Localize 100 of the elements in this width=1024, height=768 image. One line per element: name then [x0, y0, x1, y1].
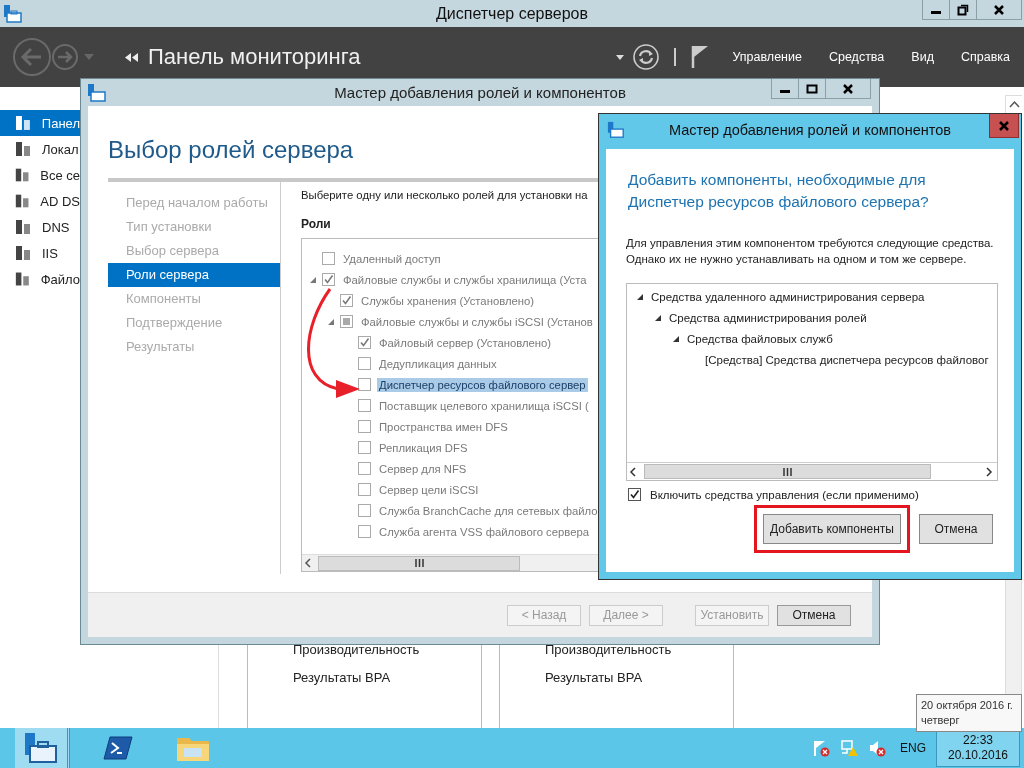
restore-icon: [957, 3, 969, 16]
scroll-thumb[interactable]: [644, 464, 931, 479]
terminal-icon: [102, 735, 133, 761]
tree-item[interactable]: Средства файловых служб: [687, 332, 833, 345]
checkbox[interactable]: [358, 483, 371, 496]
page-heading: Выбор ролей сервера: [108, 136, 355, 165]
role-label[interactable]: Файловые службы и службы iSCSI (Установ: [359, 314, 595, 329]
refresh-button[interactable]: [633, 44, 660, 70]
flag-icon[interactable]: [691, 45, 710, 69]
minimize-icon: [931, 11, 941, 14]
server-icon: [14, 244, 32, 262]
server-icon: [14, 140, 32, 158]
role-label[interactable]: Сервер цели iSCSI: [377, 482, 481, 497]
dialog-question: Добавить компоненты, необходимые для Диспетчер ресурсов файлового сервера?: [627, 170, 930, 212]
checkbox[interactable]: [358, 504, 371, 517]
checkbox[interactable]: [358, 336, 371, 349]
tile-link[interactable]: Производительность: [545, 642, 672, 658]
server-icon: [14, 270, 31, 288]
window-title: Мастер добавления ролей и компонентов: [333, 84, 627, 101]
checkbox[interactable]: [322, 252, 335, 265]
menu-item[interactable]: Управление: [728, 50, 806, 64]
close-icon: [993, 3, 1005, 16]
role-label[interactable]: Репликация DFS: [377, 440, 470, 455]
sidebar-item[interactable]: Файло: [0, 266, 80, 292]
minimize-button[interactable]: [771, 79, 799, 99]
checkbox[interactable]: [358, 378, 371, 391]
clock-time: 22:33: [963, 733, 993, 748]
clock-date: 20.10.2016: [947, 748, 1009, 763]
tooltip-text: четверг: [921, 713, 960, 728]
checkbox[interactable]: [358, 441, 371, 454]
menu-item[interactable]: Справка: [956, 50, 1014, 64]
sidebar-item[interactable]: Все се: [0, 162, 80, 188]
role-label[interactable]: Файловый сервер (Установлено): [377, 335, 554, 350]
tile-link[interactable]: Результаты BPA: [545, 670, 643, 686]
scroll-thumb[interactable]: [318, 555, 520, 571]
role-label[interactable]: Диспетчер ресурсов файлового сервер: [377, 377, 588, 392]
server-icon: [14, 166, 31, 184]
sidebar-item[interactable]: Локал: [0, 136, 80, 162]
role-label[interactable]: Пространства имен DFS: [377, 419, 510, 434]
wizard-button[interactable]: Отмена: [777, 604, 851, 626]
role-label[interactable]: Файловые службы и службы хранилища (Уста: [341, 272, 589, 287]
server-icon: [14, 114, 32, 132]
sidebar-item[interactable]: IIS: [0, 240, 80, 266]
taskbar-app[interactable]: [15, 728, 70, 768]
minimize-button[interactable]: [922, 0, 950, 20]
role-label[interactable]: Поставщик целевого хранилища iSCSI (: [377, 398, 591, 413]
checkbox[interactable]: [358, 420, 371, 433]
role-label[interactable]: Службы хранения (Установлено): [359, 293, 537, 308]
minimize-icon: [780, 90, 790, 93]
checkbox[interactable]: [358, 357, 371, 370]
language-indicator[interactable]: ENG: [900, 741, 926, 755]
checkbox[interactable]: [322, 273, 335, 286]
checkbox-label[interactable]: Включить средства управления (если применимо): [650, 488, 919, 501]
breadcrumb-title: Панель мониторинга: [148, 44, 361, 70]
server-icon: [14, 192, 31, 210]
role-label[interactable]: Дедупликация данных: [377, 356, 499, 371]
dialog-button[interactable]: Добавить компоненты: [763, 514, 901, 544]
close-button[interactable]: [825, 79, 871, 99]
sidebar-item[interactable]: AD DS: [0, 188, 80, 214]
dialog-button[interactable]: Отмена: [919, 514, 993, 544]
role-label[interactable]: Служба BranchCache для сетевых файло: [377, 503, 600, 518]
maximize-icon: [806, 82, 818, 95]
scroll-up-icon[interactable]: [1006, 96, 1023, 113]
role-label[interactable]: Удаленный доступ: [341, 251, 443, 266]
expander-icon[interactable]: [655, 314, 661, 321]
horizontal-scrollbar[interactable]: [627, 462, 997, 480]
close-button[interactable]: [976, 0, 1022, 20]
close-icon: [998, 119, 1010, 132]
tooltip-text: 20 октября 2016 г.: [921, 698, 1013, 713]
dropdown-caret-icon[interactable]: [616, 54, 625, 60]
server-manager-icon: [23, 732, 59, 764]
app-icon: [607, 120, 625, 139]
role-label[interactable]: Сервер для NFS: [377, 461, 469, 476]
role-label[interactable]: Служба агента VSS файлового сервера: [377, 524, 591, 539]
server-icon: [14, 218, 32, 236]
instruction-text: Выберите одну или несколько ролей для установки на: [301, 189, 589, 201]
checkbox[interactable]: [340, 294, 353, 307]
speaker-muted-icon[interactable]: [868, 739, 886, 757]
wizard-step[interactable]: Роли сервера: [108, 263, 280, 287]
checkbox[interactable]: [358, 462, 371, 475]
tree-item[interactable]: Средства удаленного администрирования сервера: [651, 290, 925, 303]
collapse-icon[interactable]: [125, 52, 138, 62]
app-icon: [3, 3, 23, 24]
tile-link[interactable]: Результаты BPA: [293, 670, 391, 686]
tree-item[interactable]: [Средства] Средства диспетчера ресурсов файловог: [705, 353, 989, 366]
sidebar-item[interactable]: Панел: [0, 110, 80, 136]
tile-link[interactable]: Производительность: [293, 642, 420, 658]
tree-item[interactable]: Средства администрирования ролей: [669, 311, 867, 324]
sidebar-item[interactable]: DNS: [0, 214, 80, 240]
expander-icon[interactable]: [637, 293, 643, 300]
menu-item[interactable]: Вид: [907, 50, 938, 64]
menu-item[interactable]: Средства: [824, 50, 889, 64]
checkbox[interactable]: [358, 399, 371, 412]
checkbox[interactable]: [358, 525, 371, 538]
expander-icon[interactable]: [673, 335, 679, 342]
window-title: Диспетчер серверов: [435, 4, 589, 23]
checkbox[interactable]: [628, 488, 641, 501]
flag-error-icon[interactable]: [812, 739, 830, 757]
dialog-description: Для управления этим компонентом требуются следующие средства. Однако их не нужно устанавливать на одном и том же сервере.: [626, 236, 995, 267]
checkbox[interactable]: [340, 315, 353, 328]
